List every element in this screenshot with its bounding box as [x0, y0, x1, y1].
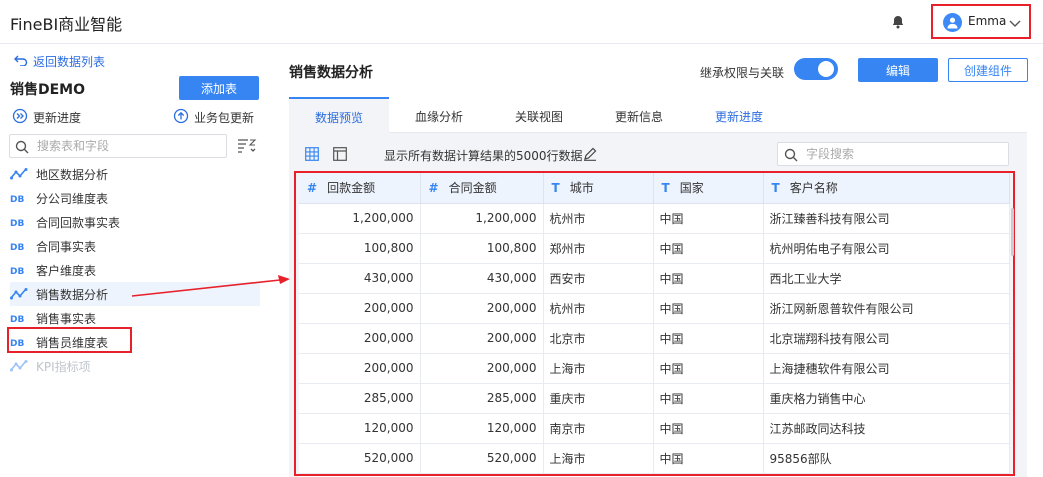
table-highlight-box: [294, 171, 1015, 476]
analysis-icon: [10, 168, 28, 180]
app-title: FineBI商业智能: [10, 15, 123, 34]
tree-item-label: 销售事实表: [36, 311, 97, 326]
pencil-icon[interactable]: [583, 147, 597, 164]
selected-item-highlight: [7, 327, 132, 353]
top-bar: FineBI商业智能 Emma: [0, 0, 1043, 44]
grid-view-icon[interactable]: [305, 147, 319, 161]
tab-relation-view[interactable]: 关联视图: [489, 97, 589, 133]
chevron-down-icon: [1009, 17, 1021, 31]
toggle-knob: [818, 61, 834, 77]
back-arrow-icon: [14, 54, 28, 69]
avatar-icon: [943, 13, 962, 32]
tree-item-region-analysis[interactable]: 地区数据分析: [10, 162, 260, 186]
analysis-icon: [10, 360, 28, 372]
package-update-label: 业务包更新: [194, 111, 255, 125]
tab-update-progress[interactable]: 更新进度: [689, 97, 789, 133]
sidebar: 返回数据列表 销售DEMO 添加表 更新进度 业务包更新 地区数据分析 DB 分…: [0, 45, 272, 477]
field-search-input[interactable]: [806, 146, 1001, 162]
back-link-label: 返回数据列表: [33, 55, 106, 69]
tree-item-kpi[interactable]: KPI指标项: [10, 354, 260, 378]
field-search-box[interactable]: [777, 142, 1009, 166]
analysis-icon: [10, 288, 28, 300]
tab-data-preview[interactable]: 数据预览: [289, 97, 389, 133]
tab-update-info[interactable]: 更新信息: [589, 97, 689, 133]
db-icon: DB: [10, 264, 28, 276]
tree-item-label: 分公司维度表: [36, 191, 109, 206]
package-title: 销售DEMO: [10, 82, 86, 98]
tree-item-label: 地区数据分析: [36, 167, 109, 182]
svg-text:DB: DB: [10, 195, 24, 204]
sort-icon[interactable]: [236, 137, 258, 155]
tree-item-contract-payment-fact[interactable]: DB 合同回款事实表: [10, 210, 260, 234]
tree-item-label: 客户维度表: [36, 263, 97, 278]
preview-row-info: 显示所有数据计算结果的5000行数据: [384, 149, 583, 163]
svg-text:DB: DB: [10, 267, 24, 276]
package-update-button[interactable]: 业务包更新: [173, 108, 254, 127]
tree-item-label: KPI指标项: [36, 359, 91, 374]
user-menu[interactable]: Emma: [931, 4, 1031, 39]
progress-icon: [12, 108, 28, 127]
tree-item-contract-fact[interactable]: DB 合同事实表: [10, 234, 260, 258]
tab-lineage[interactable]: 血缘分析: [389, 97, 489, 133]
tree-item-label: 销售数据分析: [36, 287, 109, 302]
update-progress-label: 更新进度: [33, 111, 82, 125]
db-icon: DB: [10, 216, 28, 228]
svg-text:DB: DB: [10, 243, 24, 252]
table-search-input[interactable]: [37, 138, 222, 154]
layout-icon[interactable]: [333, 147, 347, 161]
tree-item-label: 合同事实表: [36, 239, 97, 254]
update-progress-button[interactable]: 更新进度: [12, 108, 81, 127]
inherit-toggle[interactable]: [794, 58, 838, 80]
tab-bar: 数据预览 血缘分析 关联视图 更新信息 更新进度: [289, 97, 1027, 133]
svg-text:DB: DB: [10, 219, 24, 228]
tree-item-label: 合同回款事实表: [36, 215, 121, 230]
panel-title: 销售数据分析: [289, 65, 373, 81]
user-name: Emma: [968, 14, 1007, 28]
db-icon: DB: [10, 240, 28, 252]
preview-toolbar: 显示所有数据计算结果的5000行数据: [289, 133, 1027, 173]
panel-header: 销售数据分析 继承权限与关联 编辑 创建组件: [273, 45, 1043, 97]
edit-button[interactable]: 编辑: [858, 58, 938, 82]
bell-icon[interactable]: [890, 14, 906, 30]
add-table-button[interactable]: 添加表: [179, 76, 259, 100]
annotation-arrow: [131, 275, 290, 297]
tree-item-branch-dimension[interactable]: DB 分公司维度表: [10, 186, 260, 210]
db-icon: DB: [10, 312, 28, 324]
svg-text:DB: DB: [10, 315, 24, 324]
table-scrollbar[interactable]: [1011, 208, 1014, 256]
back-to-list-link[interactable]: 返回数据列表: [14, 53, 105, 70]
upload-icon: [173, 108, 189, 127]
create-component-button[interactable]: 创建组件: [948, 58, 1028, 82]
db-icon: DB: [10, 192, 28, 204]
table-search-box[interactable]: [9, 134, 227, 158]
inherit-label: 继承权限与关联: [700, 66, 785, 80]
